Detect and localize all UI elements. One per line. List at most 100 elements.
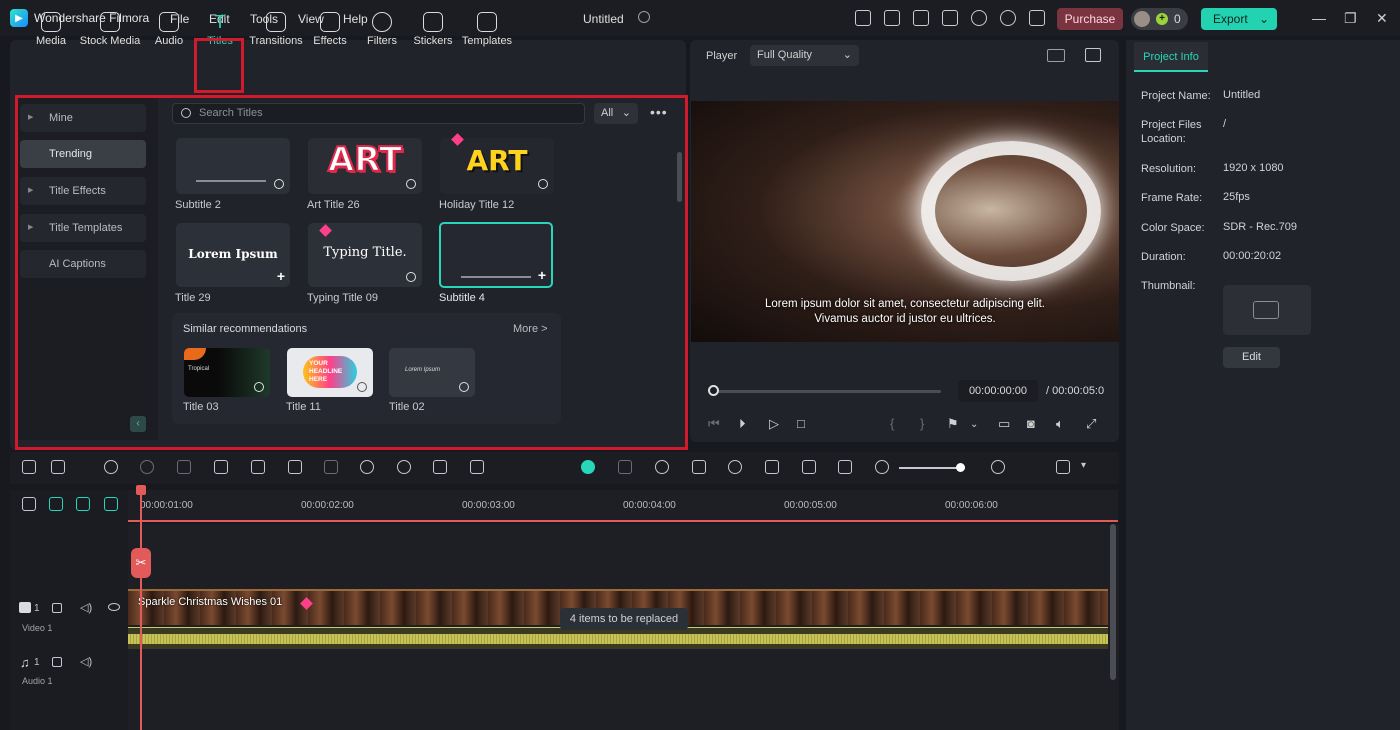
ai-tool-icon[interactable] (360, 460, 374, 474)
save-icon[interactable] (942, 10, 958, 26)
play-icon[interactable]: ▷ (769, 416, 779, 432)
zoom-out-icon[interactable] (875, 460, 889, 474)
audio-track-label: Audio 1 (22, 676, 53, 686)
record-icon[interactable] (618, 460, 632, 474)
chevron-down-icon[interactable]: ⌄ (970, 419, 978, 430)
tutorial-icon[interactable] (884, 10, 900, 26)
split-icon[interactable] (214, 460, 228, 474)
display-icon[interactable]: ▭ (998, 416, 1010, 432)
tab-templates[interactable]: Templates (459, 8, 515, 54)
scrub-handle[interactable] (708, 385, 719, 396)
eye-icon[interactable] (108, 603, 120, 611)
volume-icon[interactable]: 🔈︎ (1056, 416, 1064, 432)
auto-highlight-icon[interactable] (581, 460, 595, 474)
play-preview-icon[interactable] (655, 460, 669, 474)
track-manager-icon[interactable] (76, 497, 90, 511)
undo-icon[interactable] (104, 460, 118, 474)
track-layout-icon[interactable] (1056, 460, 1070, 474)
maximize-icon[interactable]: ❐ (1344, 10, 1357, 27)
info-value: Untitled (1223, 89, 1261, 101)
tab-label: Effects (313, 35, 347, 47)
audio-icon (159, 12, 179, 32)
document-title: Untitled (583, 12, 624, 26)
thumbnail-icon (1253, 301, 1279, 319)
export-button[interactable]: Export ⌄ (1201, 8, 1277, 30)
thumbnail-preview[interactable] (1223, 285, 1311, 335)
crop-icon[interactable] (288, 460, 302, 474)
mute-icon[interactable]: ◁) (80, 655, 92, 668)
tab-label: Stickers (413, 35, 453, 47)
account-pill[interactable]: + 0 (1131, 8, 1188, 30)
microphone-icon[interactable] (728, 460, 742, 474)
mark-out-icon[interactable]: } (920, 416, 924, 431)
link-icon[interactable] (470, 460, 484, 474)
subtitle-icon[interactable] (765, 460, 779, 474)
translate-icon[interactable] (433, 460, 447, 474)
info-value: SDR - Rec.709 (1223, 221, 1297, 233)
subtitle-overlay: Lorem ipsum dolor sit amet, consectetur … (691, 297, 1119, 327)
color-icon[interactable] (324, 460, 338, 474)
audio-waveform (128, 634, 1108, 644)
video-preview[interactable]: Lorem ipsum dolor sit amet, consectetur … (691, 101, 1119, 342)
timeline-scrollbar[interactable] (1110, 524, 1116, 680)
fit-icon[interactable] (838, 460, 852, 474)
playhead-handle[interactable] (136, 485, 146, 495)
tab-effects[interactable]: Effects (302, 8, 358, 54)
tab-media[interactable]: Media (23, 8, 79, 54)
zoom-slider-handle[interactable] (956, 463, 965, 472)
delete-icon[interactable] (177, 460, 191, 474)
avatar[interactable] (1134, 11, 1150, 27)
shield-icon[interactable] (692, 460, 706, 474)
media-icon (41, 12, 61, 32)
lock-icon[interactable] (52, 603, 62, 613)
quality-value: Full Quality (757, 49, 813, 61)
text-icon[interactable] (251, 460, 265, 474)
grid-icon[interactable] (1029, 10, 1045, 26)
snapshot-view-icon[interactable] (1085, 48, 1101, 62)
layout-grid-icon[interactable] (22, 460, 36, 474)
chevron-down-icon[interactable]: ▾ (1081, 460, 1086, 471)
scrub-bar[interactable] (713, 390, 941, 393)
marker-icon[interactable]: ⚑ (947, 416, 959, 432)
snap-icon[interactable] (104, 497, 118, 511)
minimize-icon[interactable]: — (1312, 10, 1326, 26)
tab-stickers[interactable]: Stickers (405, 8, 461, 54)
tab-audio[interactable]: Audio (141, 8, 197, 54)
cloud-icon[interactable] (971, 10, 987, 26)
redo-icon[interactable] (140, 460, 154, 474)
layout-icon[interactable] (913, 10, 929, 26)
mute-icon[interactable]: ◁) (80, 601, 92, 614)
tab-project-info[interactable]: Project Info (1134, 42, 1208, 72)
current-time[interactable]: 00:00:00:00 (958, 380, 1038, 402)
previous-frame-icon[interactable]: ⏮ (708, 416, 720, 432)
scene-detect-icon[interactable] (802, 460, 816, 474)
titles-panel-highlight (15, 95, 688, 450)
tab-stock-media[interactable]: Stock Media (78, 8, 142, 54)
link-clips-icon[interactable] (49, 497, 63, 511)
add-track-icon[interactable] (22, 497, 36, 511)
clip-title: Sparkle Christmas Wishes 01 (138, 596, 283, 608)
info-key: Project Files Location: (1141, 119, 1202, 145)
chevron-down-icon[interactable]: ⌄ (1259, 8, 1269, 30)
fullscreen-icon[interactable]: ⤢ (1086, 416, 1096, 432)
send-feedback-icon[interactable] (855, 10, 871, 26)
stop-icon[interactable]: □ (797, 416, 805, 431)
scissors-icon[interactable]: ✂ (131, 548, 151, 578)
select-tool-icon[interactable] (51, 460, 65, 474)
lock-icon[interactable] (52, 657, 62, 667)
tab-filters[interactable]: Filters (354, 8, 410, 54)
playhead[interactable] (140, 488, 142, 730)
zoom-in-icon[interactable] (991, 460, 1005, 474)
step-play-icon[interactable]: ⏵ (739, 416, 746, 432)
tab-transitions[interactable]: Transitions (246, 8, 306, 54)
speed-icon[interactable] (397, 460, 411, 474)
purchase-button[interactable]: Purchase (1057, 8, 1123, 30)
support-icon[interactable] (1000, 10, 1016, 26)
compare-view-icon[interactable] (1047, 49, 1065, 62)
mark-in-icon[interactable]: { (890, 416, 894, 431)
edit-thumbnail-button[interactable]: Edit (1223, 347, 1280, 368)
quality-select[interactable]: Full Quality ⌄ (750, 45, 859, 66)
camera-icon[interactable]: ◙ (1027, 416, 1035, 431)
tab-label: Stock Media (79, 35, 141, 47)
close-icon[interactable]: ✕ (1376, 10, 1388, 27)
